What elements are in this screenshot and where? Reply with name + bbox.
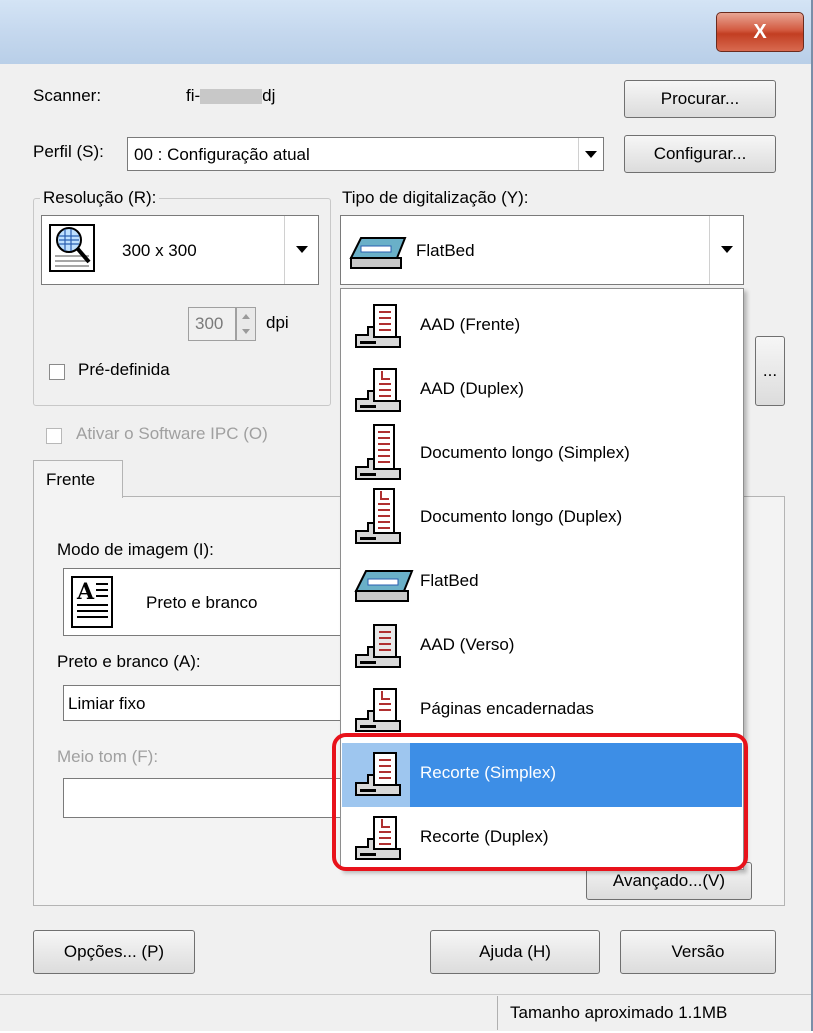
redacted-block xyxy=(200,89,263,105)
bound-pages-icon xyxy=(352,687,404,735)
resolution-value: 300 x 300 xyxy=(122,241,197,260)
dpi-unit: dpi xyxy=(266,313,289,332)
profile-dropdown-button[interactable] xyxy=(578,138,604,170)
dropdown-item-long-doc-simplex[interactable]: Documento longo (Simplex) xyxy=(342,423,742,487)
title-bar xyxy=(0,0,811,64)
image-mode-label: Modo de imagem (I): xyxy=(57,540,214,559)
resolution-dropdown-button[interactable] xyxy=(284,216,319,284)
predefined-checkbox[interactable] xyxy=(49,364,65,380)
scanner-name-prefix: fi- xyxy=(186,86,201,105)
dpi-input[interactable]: 300 xyxy=(188,307,236,341)
dropdown-item-flatbed[interactable]: FlatBed xyxy=(342,551,742,615)
long-doc-simplex-icon xyxy=(352,423,404,483)
resolution-icon xyxy=(47,222,101,276)
dropdown-item-label: FlatBed xyxy=(420,571,479,590)
spinner-up-icon xyxy=(242,314,250,319)
scanner-name: fi-dj xyxy=(186,86,275,106)
resolution-select[interactable]: 300 x 300 xyxy=(41,215,319,285)
close-icon: X xyxy=(753,21,767,43)
close-button[interactable]: X xyxy=(716,12,804,52)
scan-type-more-button[interactable]: ... xyxy=(755,336,785,406)
ipc-label: Ativar o Software IPC (O) xyxy=(76,424,268,443)
scanner-name-suffix: dj xyxy=(262,86,276,105)
dropdown-item-label: Documento longo (Simplex) xyxy=(420,443,630,462)
bw-label: Preto e branco (A): xyxy=(57,652,201,671)
scanner-label: Scanner: xyxy=(33,86,102,105)
highlight-box xyxy=(332,733,748,871)
estimated-size-text: Tamanho aproximado 1.1MB xyxy=(497,996,809,1030)
flatbed-scanner-icon xyxy=(352,559,414,607)
spinner-down-icon xyxy=(242,329,250,334)
tab-front-label: Frente xyxy=(46,470,96,489)
profile-value: 00 : Configuração atual xyxy=(134,145,310,164)
dropdown-item-adf-back[interactable]: AAD (Verso) xyxy=(342,615,742,679)
version-button[interactable]: Versão xyxy=(620,930,776,974)
dropdown-item-label: Páginas encadernadas xyxy=(420,699,594,718)
adf-back-icon xyxy=(352,623,404,671)
dpi-spinner[interactable] xyxy=(236,307,256,341)
options-button[interactable]: Opções... (P) xyxy=(33,930,195,974)
bw-select[interactable]: Limiar fixo xyxy=(63,685,353,721)
browse-button[interactable]: Procurar... xyxy=(624,80,776,118)
scan-type-label: Tipo de digitalização (Y): xyxy=(342,188,529,207)
help-button[interactable]: Ajuda (H) xyxy=(430,930,600,974)
scan-type-value: FlatBed xyxy=(416,241,475,260)
dropdown-item-label: AAD (Frente) xyxy=(420,315,521,334)
image-mode-value: Preto e branco xyxy=(146,593,258,612)
resolution-group-label: Resolução (R): xyxy=(40,188,160,208)
dropdown-item-label: Documento longo (Duplex) xyxy=(420,507,623,526)
dropdown-item-label: AAD (Duplex) xyxy=(420,379,524,398)
predefined-label: Pré-definida xyxy=(78,360,170,379)
bw-value: Limiar fixo xyxy=(68,694,146,713)
dropdown-item-label: AAD (Verso) xyxy=(420,635,515,654)
svg-text:A: A xyxy=(76,579,95,605)
chevron-down-icon xyxy=(296,246,308,253)
chevron-down-icon xyxy=(585,151,597,158)
flatbed-scanner-icon xyxy=(347,228,407,272)
long-doc-duplex-icon xyxy=(352,487,404,547)
image-mode-select[interactable]: A Preto e branco xyxy=(63,568,353,636)
chevron-down-icon xyxy=(721,246,733,253)
tab-front[interactable]: Frente xyxy=(33,460,123,498)
halftone-select[interactable] xyxy=(63,778,353,818)
scan-type-dropdown-button[interactable] xyxy=(709,216,744,284)
configure-button[interactable]: Configurar... xyxy=(624,135,776,173)
ipc-checkbox[interactable] xyxy=(46,428,62,444)
dropdown-item-long-doc-duplex[interactable]: Documento longo (Duplex) xyxy=(342,487,742,551)
text-document-icon: A xyxy=(70,575,118,631)
profile-label: Perfil (S): xyxy=(33,142,104,161)
dropdown-item-adf-duplex[interactable]: AAD (Duplex) xyxy=(342,359,742,423)
profile-select[interactable]: 00 : Configuração atual xyxy=(127,137,604,171)
scan-type-select[interactable]: FlatBed xyxy=(340,215,744,285)
halftone-label: Meio tom (F): xyxy=(57,747,159,766)
adf-scanner-icon xyxy=(352,303,404,351)
dropdown-item-adf-front[interactable]: AAD (Frente) xyxy=(342,295,742,359)
adf-duplex-icon xyxy=(352,367,404,415)
